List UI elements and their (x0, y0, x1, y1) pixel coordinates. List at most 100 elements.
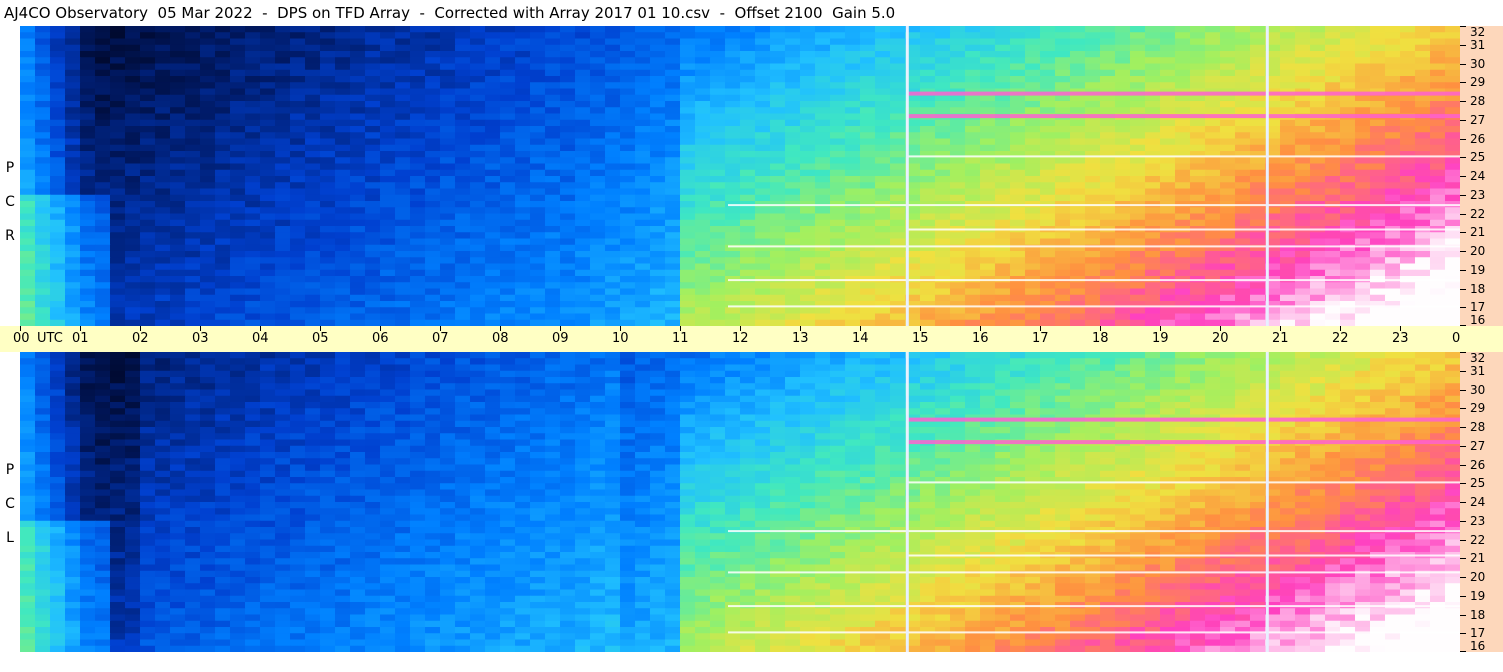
spectrogram-cell (200, 63, 216, 71)
spectrogram-cell (395, 364, 411, 372)
spectrogram-cell (65, 132, 81, 140)
spectrogram-cell (1115, 163, 1131, 171)
spectrogram-cell (725, 352, 741, 359)
spectrogram-cell (875, 107, 891, 115)
spectrogram-cell (875, 76, 891, 83)
spectrogram-cell (665, 69, 681, 77)
spectrogram-cell (395, 232, 411, 240)
spectrogram-cell (815, 82, 831, 90)
spectrogram-cell (755, 132, 771, 140)
spectrogram-cell (695, 364, 711, 372)
spectrogram-cell (470, 182, 486, 190)
spectrogram-cell (1100, 182, 1116, 190)
spectrogram-cell (200, 257, 216, 265)
spectrogram-cell (455, 207, 471, 215)
spectrogram-cell (740, 358, 756, 366)
spectrogram-cell (740, 213, 756, 221)
spectrogram-cell (1205, 188, 1221, 196)
spectrogram-cell (695, 94, 711, 102)
spectrogram-cell (1370, 101, 1386, 108)
spectrogram-cell (620, 213, 636, 221)
spectrogram-cell (860, 352, 876, 359)
spectrogram-cell (665, 126, 681, 133)
spectrogram-cell (845, 370, 861, 378)
spectrogram-cell (980, 257, 996, 265)
spectrogram-cell (1175, 132, 1191, 140)
spectrogram-cell (1160, 76, 1176, 83)
spectrogram-cell (95, 226, 111, 233)
spectrogram-cell (20, 38, 36, 46)
spectrogram-cell (860, 82, 876, 90)
spectrogram-cell (740, 182, 756, 190)
spectrogram-cell (1310, 294, 1326, 302)
spectrogram-cell (1010, 364, 1026, 372)
spectrogram-cell (1385, 358, 1401, 366)
spectrogram-cell (395, 288, 411, 296)
spectrogram-cell (110, 44, 126, 52)
spectrogram-cell (1100, 132, 1116, 140)
spectrogram-cell (620, 207, 636, 215)
spectrogram-cell (530, 276, 546, 283)
spectrogram-cell (65, 282, 81, 290)
spectrogram-cell (710, 238, 726, 246)
spectrogram-cell (245, 63, 261, 71)
spectrogram-cell (1325, 82, 1341, 90)
spectrogram-cell (455, 188, 471, 196)
spectrogram-cell (1370, 57, 1386, 65)
spectrogram-cell (830, 219, 846, 227)
spectrogram-cell (755, 294, 771, 302)
spectrogram-cell (860, 151, 876, 158)
spectrogram-cell (1145, 219, 1161, 227)
spectrogram-cell (65, 213, 81, 221)
spectrogram-cell (305, 352, 321, 359)
spectrogram-cell (710, 207, 726, 215)
spectrogram-cell (395, 94, 411, 102)
spectrogram-cell (470, 69, 486, 77)
spectrogram-cell (1355, 232, 1371, 240)
spectrogram-cell (770, 57, 786, 65)
spectrogram-cell (35, 119, 51, 127)
spectrogram-cell (1160, 63, 1176, 71)
spectrogram-cell (425, 144, 441, 152)
spectrogram-cell (1085, 107, 1101, 115)
spectrogram-cell (650, 26, 666, 33)
spectrogram-cell (20, 151, 36, 158)
spectrogram-cell (185, 282, 201, 290)
spectrogram-cell (740, 219, 756, 227)
spectrogram-cell (215, 301, 231, 308)
spectrogram-cell (680, 32, 696, 40)
spectrogram-cell (740, 132, 756, 140)
spectrogram-cell (635, 251, 651, 258)
spectrogram-cell (230, 169, 246, 177)
spectrogram-cell (1310, 51, 1326, 58)
spectrogram-cell (860, 282, 876, 290)
spectrogram-cell (515, 301, 531, 308)
spectrogram-cell (1115, 101, 1131, 108)
spectrogram-cell (770, 269, 786, 277)
spectrogram-cell (635, 138, 651, 146)
spectrogram-cell (860, 207, 876, 215)
spectrogram-cell (725, 176, 741, 183)
spectrogram-cell (290, 257, 306, 265)
spectrogram-cell (650, 313, 666, 321)
spectrogram-cell (530, 138, 546, 146)
spectrogram-cell (275, 44, 291, 52)
spectrogram-cell (665, 94, 681, 102)
spectrogram-cell (845, 188, 861, 196)
spectrogram-cell (860, 57, 876, 65)
spectrogram-cell (365, 144, 381, 152)
spectrogram-cell (140, 207, 156, 215)
spectrogram-cell (1400, 263, 1416, 271)
spectrogram-cell (845, 313, 861, 321)
spectrogram-cell (275, 132, 291, 140)
spectrogram-cell (770, 294, 786, 302)
spectrogram-cell (875, 126, 891, 133)
spectrogram-cell (140, 307, 156, 315)
spectrogram-cell (1340, 26, 1356, 33)
spectrogram-cell (785, 44, 801, 52)
spectrogram-cell (665, 213, 681, 221)
spectrogram-cell (560, 82, 576, 90)
spectrogram-cell (725, 69, 741, 77)
spectrogram-cell (320, 126, 336, 133)
spectrogram-cell (980, 82, 996, 90)
